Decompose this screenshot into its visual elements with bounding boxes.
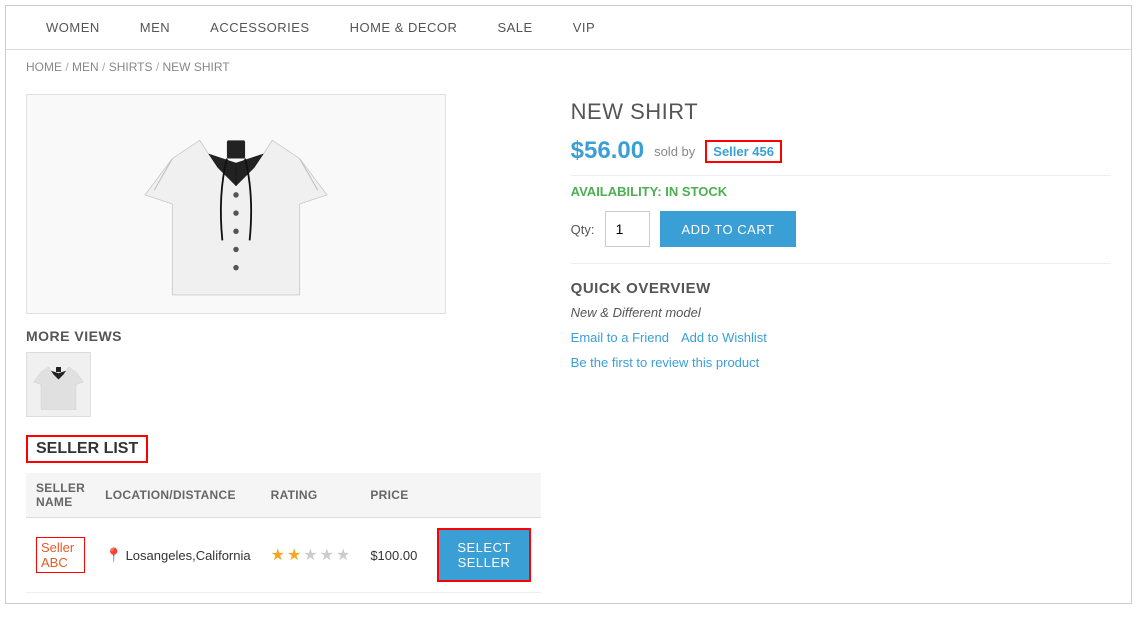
price-row: $56.00 sold by Seller 456	[571, 137, 1111, 176]
availability: AVAILABILITY: IN STOCK	[571, 184, 1111, 199]
star-empty-icon: ★	[320, 545, 334, 565]
add-wishlist-link[interactable]: Add to Wishlist	[681, 330, 767, 345]
breadcrumb-part[interactable]: HOME	[26, 60, 62, 74]
pin-icon: 📍	[105, 547, 122, 564]
qty-row: Qty: ADD TO CART	[571, 211, 1111, 264]
breadcrumb-separator: /	[99, 60, 109, 74]
seller-table: SELLER NAME LOCATION/DISTANCE RATING PRI…	[26, 473, 541, 593]
nav-item-vip[interactable]: VIP	[553, 6, 615, 49]
review-link[interactable]: Be the first to review this product	[571, 355, 760, 370]
star-filled-icon: ★	[271, 545, 285, 565]
select-seller-button[interactable]: SELECT SELLER	[437, 528, 530, 582]
product-image	[26, 94, 446, 314]
col-rating: RATING	[261, 473, 361, 518]
product-thumbnail[interactable]	[26, 352, 91, 417]
quick-overview-title: QUICK OVERVIEW	[571, 280, 1111, 297]
breadcrumb-part[interactable]: SHIRTS	[109, 60, 153, 74]
qty-label: Qty:	[571, 222, 595, 237]
col-price: PRICE	[360, 473, 427, 518]
star-empty-icon: ★	[303, 545, 317, 565]
star-filled-icon: ★	[287, 545, 301, 565]
right-panel: NEW SHIRT $56.00 sold by Seller 456 AVAI…	[571, 94, 1111, 593]
qty-input[interactable]	[605, 211, 650, 247]
email-friend-link[interactable]: Email to a Friend	[571, 330, 669, 345]
left-panel: MORE VIEWS SELLER LIST SELLER NAME LOCAT	[26, 94, 541, 593]
breadcrumb-part: NEW SHIRT	[163, 60, 230, 74]
location-text: Losangeles,California	[126, 548, 251, 563]
table-row: Seller ABC📍Losangeles,California★★★★★$10…	[26, 518, 541, 593]
col-action	[427, 473, 540, 518]
star-empty-icon: ★	[336, 545, 350, 565]
nav-item-women[interactable]: WOMEN	[26, 6, 120, 49]
seller-location: 📍 Losangeles,California	[95, 518, 260, 593]
availability-label: AVAILABILITY:	[571, 184, 662, 199]
seller-price: $100.00	[360, 518, 427, 593]
availability-status: IN STOCK	[665, 184, 727, 199]
nav-item-accessories[interactable]: ACCESSORIES	[190, 6, 329, 49]
seller-list-section: SELLER LIST SELLER NAME LOCATION/DISTANC…	[26, 435, 541, 593]
breadcrumb-separator: /	[62, 60, 72, 74]
product-title: NEW SHIRT	[571, 99, 1111, 125]
product-price: $56.00	[571, 137, 644, 165]
col-location: LOCATION/DISTANCE	[95, 473, 260, 518]
col-seller-name: SELLER NAME	[26, 473, 95, 518]
nav-item-sale[interactable]: SALE	[477, 6, 552, 49]
breadcrumb-separator: /	[153, 60, 163, 74]
breadcrumb-part[interactable]: MEN	[72, 60, 99, 74]
action-links: Email to a Friend Add to Wishlist	[571, 330, 1111, 345]
seller-badge[interactable]: Seller 456	[705, 140, 782, 163]
sold-by-label: sold by	[654, 144, 695, 159]
seller-rating: ★★★★★	[261, 518, 361, 593]
more-views-label: MORE VIEWS	[26, 328, 541, 344]
nav-item-home--decor[interactable]: HOME & DECOR	[330, 6, 478, 49]
seller-name-link[interactable]: Seller ABC	[36, 537, 85, 573]
nav-item-men[interactable]: MEN	[120, 6, 190, 49]
add-to-cart-button[interactable]: ADD TO CART	[660, 211, 797, 247]
seller-list-title: SELLER LIST	[26, 435, 148, 463]
product-description: New & Different model	[571, 305, 1111, 320]
main-nav: WOMENMENACCESSORIESHOME & DECORSALEVIP	[6, 6, 1131, 50]
breadcrumb: HOME / MEN / SHIRTS / NEW SHIRT	[6, 50, 1131, 84]
